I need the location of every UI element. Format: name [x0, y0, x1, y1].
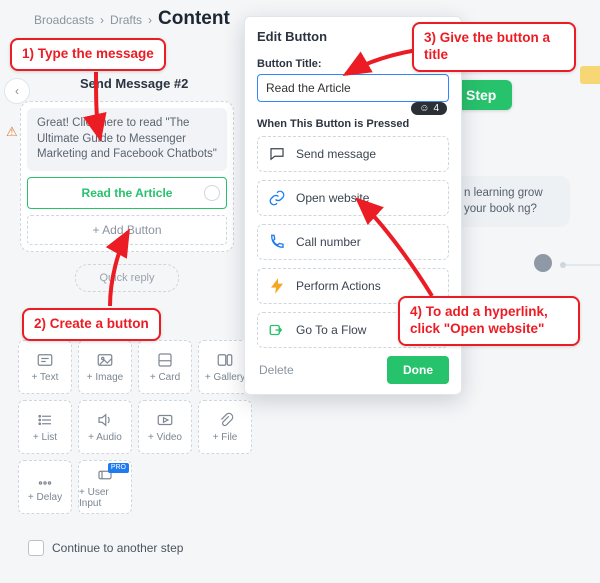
- palette-image[interactable]: + Image: [78, 340, 132, 394]
- flow-icon: [268, 321, 286, 339]
- done-button[interactable]: Done: [387, 356, 449, 384]
- continue-row[interactable]: Continue to another step: [28, 540, 183, 556]
- card-title: Send Message #2: [20, 72, 234, 101]
- panel-section: When This Button is Pressed: [257, 118, 449, 130]
- palette-label: + Video: [148, 432, 182, 443]
- radio-icon: [204, 185, 220, 201]
- gallery-icon: [216, 351, 234, 369]
- palette-card[interactable]: + Card: [138, 340, 192, 394]
- crumb-broadcasts[interactable]: Broadcasts: [34, 13, 94, 27]
- add-button[interactable]: + Add Button: [27, 215, 227, 245]
- checkbox-icon[interactable]: [28, 540, 44, 556]
- opt-label: Go To a Flow: [296, 323, 366, 337]
- file-icon: [216, 411, 234, 429]
- emoji-count: 4: [433, 103, 439, 114]
- list-icon: [36, 411, 54, 429]
- annotation-2: 2) Create a button: [22, 308, 161, 341]
- message-card[interactable]: Great! Click here to read "The Ultimate …: [20, 101, 234, 252]
- message-button-label: Read the Article: [82, 186, 173, 200]
- chevron-left-icon: ‹: [15, 84, 19, 98]
- quick-reply-button[interactable]: Quick reply: [75, 264, 179, 292]
- chevron-right-icon: ›: [100, 13, 104, 27]
- palette-label: + File: [213, 432, 238, 443]
- palette-label: + Image: [87, 372, 123, 383]
- canvas-bubble: n learning grow your book ng?: [452, 176, 570, 227]
- opt-send-message[interactable]: Send message: [257, 136, 449, 172]
- delete-button[interactable]: Delete: [257, 359, 296, 381]
- palette-video[interactable]: + Video: [138, 400, 192, 454]
- opt-label: Send message: [296, 147, 376, 161]
- palette-delay[interactable]: + Delay: [18, 460, 72, 514]
- text-icon: [36, 351, 54, 369]
- opt-label: Open website: [296, 191, 369, 205]
- palette-label: + Audio: [88, 432, 122, 443]
- message-card-wrap: Send Message #2 Great! Click here to rea…: [20, 72, 234, 292]
- delay-icon: [36, 471, 54, 489]
- link-icon: [268, 189, 286, 207]
- palette-label: + List: [33, 432, 57, 443]
- palette-label: + User Input: [79, 487, 131, 509]
- pro-badge: PRO: [108, 463, 129, 473]
- continue-label: Continue to another step: [52, 541, 183, 555]
- card-icon: [156, 351, 174, 369]
- palette-list[interactable]: + List: [18, 400, 72, 454]
- message-text[interactable]: Great! Click here to read "The Ultimate …: [27, 108, 227, 171]
- bolt-icon: [268, 277, 286, 295]
- step-label: Step: [466, 87, 496, 103]
- palette-label: + Card: [150, 372, 180, 383]
- send-node-icon[interactable]: [534, 254, 552, 272]
- annotation-3: 3) Give the button a title: [412, 22, 576, 72]
- palette-text[interactable]: + Text: [18, 340, 72, 394]
- annotation-4: 4) To add a hyperlink, click "Open websi…: [398, 296, 580, 346]
- block-palette: + Text + Image + Card + Gallery + List +…: [18, 340, 238, 520]
- audio-icon: [96, 411, 114, 429]
- warning-icon: ⚠: [6, 124, 18, 140]
- crumb-drafts[interactable]: Drafts: [110, 13, 142, 27]
- opt-open-website[interactable]: Open website: [257, 180, 449, 216]
- opt-call-number[interactable]: Call number: [257, 224, 449, 260]
- palette-audio[interactable]: + Audio: [78, 400, 132, 454]
- smile-icon: ☺: [419, 103, 429, 114]
- crumb-current: Content: [158, 8, 230, 30]
- palette-label: + Text: [32, 372, 59, 383]
- palette-file[interactable]: + File: [198, 400, 252, 454]
- chat-icon: [268, 145, 286, 163]
- emoji-counter[interactable]: ☺ 4: [411, 102, 447, 115]
- connector-line: [566, 264, 600, 266]
- palette-user-input[interactable]: PRO + User Input: [78, 460, 132, 514]
- palette-label: + Delay: [28, 492, 62, 503]
- phone-icon: [268, 233, 286, 251]
- opt-label: Perform Actions: [296, 279, 381, 293]
- palette-label: + Gallery: [205, 372, 245, 383]
- annotation-1: 1) Type the message: [10, 38, 166, 71]
- note-peek: [580, 66, 600, 84]
- video-icon: [156, 411, 174, 429]
- opt-label: Call number: [296, 235, 361, 249]
- image-icon: [96, 351, 114, 369]
- button-title-input[interactable]: [257, 74, 449, 102]
- message-button[interactable]: Read the Article: [27, 177, 227, 209]
- chevron-right-icon: ›: [148, 13, 152, 27]
